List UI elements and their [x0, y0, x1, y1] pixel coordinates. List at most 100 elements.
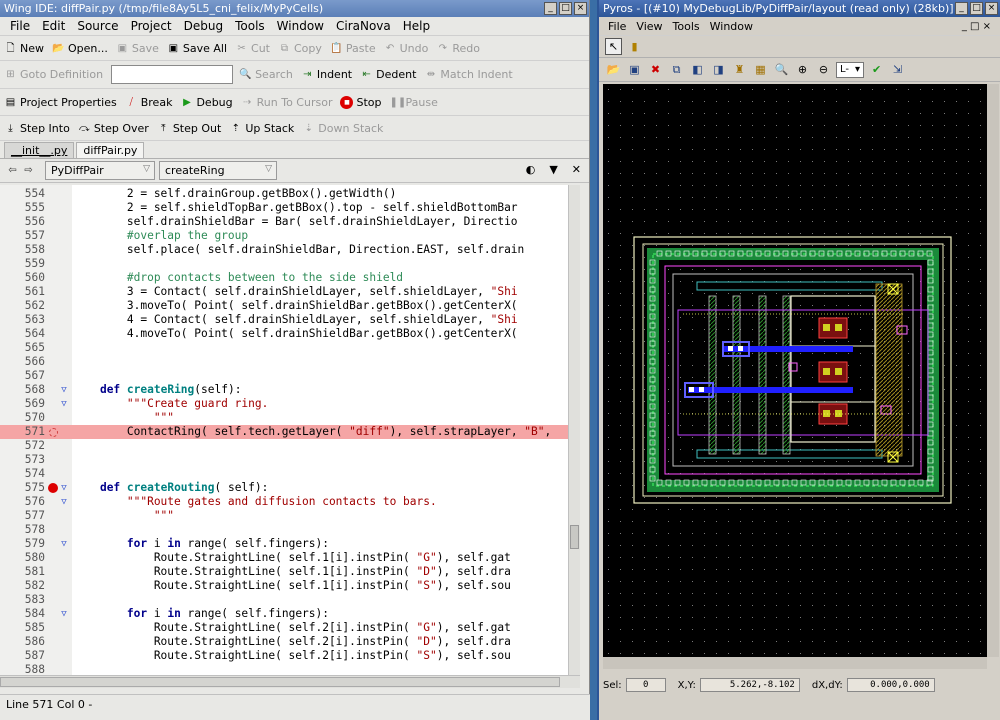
method-selector[interactable]: createRing ▽ — [159, 161, 277, 180]
save-all-button[interactable]: ▣ Save All — [167, 42, 227, 55]
code-line[interactable]: 585 Route.StraightLine( self.2[i].instPi… — [0, 621, 580, 635]
code-line[interactable]: 566 — [0, 355, 580, 369]
copy-button[interactable]: ⧉ Copy — [278, 42, 322, 55]
step-into-button[interactable]: ⤓ Step Into — [4, 122, 70, 135]
menu-edit[interactable]: Edit — [36, 19, 71, 33]
pyros-titlebar[interactable]: Pyros - [(#10) MyDebugLib/PyDiffPair/lay… — [599, 0, 1000, 17]
code-line[interactable]: 574 — [0, 467, 580, 481]
dedent-button[interactable]: ⇤ Dedent — [360, 68, 416, 81]
editor-horizontal-scrollbar[interactable] — [0, 675, 580, 688]
pause-button[interactable]: ❚❚ Pause — [389, 96, 437, 109]
cut-button[interactable]: ✂ Cut — [235, 42, 270, 55]
code-line[interactable]: 563 4 = Contact( self.drainShieldLayer, … — [0, 313, 580, 327]
hierarchy-icon[interactable]: ♜ — [731, 61, 748, 78]
step-over-button[interactable]: ⤼ Step Over — [78, 122, 149, 135]
new-button[interactable]: 🗋 New — [4, 42, 44, 55]
goto-definition-button[interactable]: ⊞ Goto Definition — [4, 68, 103, 81]
stop-button[interactable]: ■ Stop — [340, 95, 381, 109]
code-line[interactable]: 557 #overlap the group — [0, 229, 580, 243]
menu-window[interactable]: Window — [705, 20, 758, 33]
code-line[interactable]: 577 """ — [0, 509, 580, 523]
code-line[interactable]: 570 """ — [0, 411, 580, 425]
fold-toggle-icon[interactable]: ▽ — [58, 397, 70, 411]
layer-select[interactable]: L- ▾ — [836, 61, 865, 78]
code-line[interactable]: 568 ▽ def createRing(self): — [0, 383, 580, 397]
layout-canvas[interactable] — [603, 84, 987, 657]
code-line[interactable]: 571 ContactRing( self.tech.getLayer( "di… — [0, 425, 580, 439]
options-icon[interactable]: ◐ — [526, 163, 536, 176]
chevron-down-icon[interactable]: ▼ — [549, 163, 557, 176]
code-line[interactable]: 555 2 = self.shieldTopBar.getBBox().top … — [0, 201, 580, 215]
fold-toggle-icon[interactable]: ▽ — [58, 383, 70, 397]
tab-init-py[interactable]: __init__.py — [4, 142, 75, 158]
fold-toggle-icon[interactable]: ▽ — [58, 607, 70, 621]
minimize-icon[interactable]: _ — [544, 2, 557, 15]
code-editor[interactable]: 554 2 = self.drainGroup.getBBox().getWid… — [0, 185, 580, 675]
menu-debug[interactable]: Debug — [178, 19, 229, 33]
code-line[interactable]: 565 — [0, 341, 580, 355]
menu-file[interactable]: File — [603, 20, 631, 33]
back-arrow-icon[interactable]: ⇦ — [6, 164, 19, 177]
code-line[interactable]: 559 — [0, 257, 580, 271]
delete-icon[interactable]: ✖ — [647, 61, 664, 78]
code-line[interactable]: 575 ▽ def createRouting( self): — [0, 481, 580, 495]
code-line[interactable]: 560 #drop contacts between to the side s… — [0, 271, 580, 285]
disabled-breakpoint-icon[interactable] — [48, 427, 58, 437]
zoom-fit-icon[interactable]: 🔍 — [773, 61, 790, 78]
tab-diffpair-py[interactable]: diffPair.py — [76, 142, 145, 158]
export-icon[interactable]: ⇲ — [889, 61, 906, 78]
save-button[interactable]: ▣ Save — [116, 42, 159, 55]
paste-button[interactable]: 📋 Paste — [330, 42, 375, 55]
code-line[interactable]: 588 — [0, 663, 580, 675]
code-line[interactable]: 578 — [0, 523, 580, 537]
code-line[interactable]: 569 ▽ """Create guard ring. — [0, 397, 580, 411]
save-icon[interactable]: ▣ — [626, 61, 643, 78]
code-line[interactable]: 564 4.moveTo( Point( self.drainShieldBar… — [0, 327, 580, 341]
search-button[interactable]: 🔍 Search — [239, 68, 293, 81]
open-icon[interactable]: 📂 — [605, 61, 622, 78]
code-line[interactable]: 581 Route.StraightLine( self.1[i].instPi… — [0, 565, 580, 579]
menu-source[interactable]: Source — [71, 19, 124, 33]
code-line[interactable]: 558 self.place( self.drainShieldBar, Dir… — [0, 243, 580, 257]
menu-tools[interactable]: Tools — [668, 20, 705, 33]
maximize-icon[interactable]: □ — [559, 2, 572, 15]
menu-view[interactable]: View — [631, 20, 667, 33]
forward-arrow-icon[interactable]: ⇨ — [22, 164, 35, 177]
step-out-button[interactable]: ⤒ Step Out — [157, 122, 221, 135]
debug-button[interactable]: ▶ Debug — [180, 96, 233, 109]
cell-icon[interactable]: ▦ — [752, 61, 769, 78]
undo-button[interactable]: ↶ Undo — [384, 42, 428, 55]
breakpoint-margin[interactable] — [47, 425, 59, 439]
class-selector[interactable]: PyDiffPair ▽ — [45, 161, 155, 180]
copy-icon[interactable]: ⧉ — [668, 61, 685, 78]
code-line[interactable]: 579 ▽ for i in range( self.fingers): — [0, 537, 580, 551]
minimize-icon[interactable]: _ — [955, 2, 968, 15]
editor-vertical-scrollbar[interactable] — [568, 185, 580, 675]
down-stack-button[interactable]: ⇣ Down Stack — [302, 122, 384, 135]
pointer-icon[interactable]: ↖ — [605, 38, 622, 55]
forward-icon[interactable]: ◨ — [710, 61, 727, 78]
indent-button[interactable]: ⇥ Indent — [301, 68, 352, 81]
open-button[interactable]: 📂 Open... — [52, 42, 108, 55]
close-icon[interactable]: × — [985, 2, 998, 15]
zoom-in-icon[interactable]: ⊕ — [794, 61, 811, 78]
fold-toggle-icon[interactable]: ▽ — [58, 537, 70, 551]
search-input[interactable] — [111, 65, 234, 84]
redo-button[interactable]: ↷ Redo — [436, 42, 480, 55]
zoom-out-icon[interactable]: ⊖ — [815, 61, 832, 78]
code-line[interactable]: 573 — [0, 453, 580, 467]
code-line[interactable]: 584 ▽ for i in range( self.fingers): — [0, 607, 580, 621]
menu-file[interactable]: File — [4, 19, 36, 33]
break-button[interactable]: ⧸ Break — [125, 96, 173, 109]
fold-toggle-icon[interactable]: ▽ — [58, 495, 70, 509]
code-line[interactable]: 562 3.moveTo( Point( self.drainShieldBar… — [0, 299, 580, 313]
wing-titlebar[interactable]: Wing IDE: diffPair.py (/tmp/file8Ay5L5_c… — [0, 0, 589, 17]
code-line[interactable]: 580 Route.StraightLine( self.1[i].instPi… — [0, 551, 580, 565]
match-indent-button[interactable]: ⇹ Match Indent — [424, 68, 513, 81]
code-line[interactable]: 556 self.drainShieldBar = Bar( self.drai… — [0, 215, 580, 229]
code-line[interactable]: 554 2 = self.drainGroup.getBBox().getWid… — [0, 187, 580, 201]
mdi-controls-icon[interactable]: _ □ × — [957, 21, 996, 32]
code-line[interactable]: 567 — [0, 369, 580, 383]
code-line[interactable]: 586 Route.StraightLine( self.2[i].instPi… — [0, 635, 580, 649]
canvas-vertical-scrollbar[interactable] — [987, 84, 999, 657]
